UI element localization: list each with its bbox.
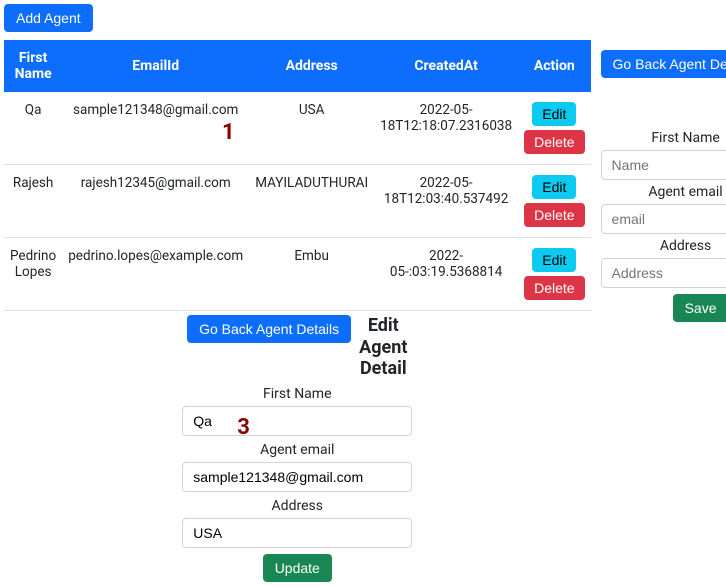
add-address-input[interactable] [601,258,726,288]
add-agent-button[interactable]: Add Agent [4,4,93,32]
cell-address: Embu [249,238,374,311]
add-first-name-input[interactable] [601,150,726,180]
cell-email: pedrino.lopes@example.com [62,238,249,311]
cell-address: MAYILADUTHURAI [249,165,374,238]
agents-table: First Name EmailId Address CreatedAt Act… [4,40,591,311]
table-row: Qasample121348@gmail.comUSA2022-05-18T12… [4,92,591,165]
save-button[interactable]: Save [673,294,726,322]
edit-first-name-input[interactable] [182,406,412,436]
delete-button[interactable]: Delete [524,203,584,227]
cell-email: rajesh12345@gmail.com [62,165,249,238]
add-agent-panel: 2 Go Back Agent Details Add Age First Na… [601,32,726,322]
edit-agent-panel: 3 Go Back Agent Details Edit Agent Detai… [4,315,591,582]
edit-button[interactable]: Edit [532,175,576,199]
go-back-button-edit[interactable]: Go Back Agent Details [187,315,351,343]
col-address: Address [249,40,374,92]
add-label-address: Address [601,238,726,254]
cell-email: sample121348@gmail.com [62,92,249,165]
edit-button[interactable]: Edit [532,102,576,126]
label-agent-email: Agent email [182,442,412,458]
edit-button[interactable]: Edit [532,248,576,272]
add-panel-title: Add Age [601,82,726,124]
col-action: Action [518,40,590,92]
edit-address-input[interactable] [182,518,412,548]
table-row: Pedrino Lopespedrino.lopes@example.comEm… [4,238,591,311]
cell-created: 2022-05-:03:19.5368814 [374,238,518,311]
col-created: CreatedAt [374,40,518,92]
cell-created: 2022-05-18T12:18:07.2316038 [374,92,518,165]
delete-button[interactable]: Delete [524,276,584,300]
add-label-email: Agent email [601,184,726,200]
cell-address: USA [249,92,374,165]
add-email-input[interactable] [601,204,726,234]
col-first-name: First Name [4,40,62,92]
col-email: EmailId [62,40,249,92]
cell-first-name: Qa [4,92,62,165]
cell-first-name: Pedrino Lopes [4,238,62,311]
cell-first-name: Rajesh [4,165,62,238]
label-address: Address [182,498,412,514]
edit-panel-title: Edit Agent Detail [359,315,407,380]
delete-button[interactable]: Delete [524,130,584,154]
add-label-first-name: First Name [601,130,726,146]
edit-email-input[interactable] [182,462,412,492]
cell-created: 2022-05-18T12:03:40.537492 [374,165,518,238]
table-row: Rajeshrajesh12345@gmail.comMAYILADUTHURA… [4,165,591,238]
go-back-button-add[interactable]: Go Back Agent Details [601,50,726,78]
label-first-name: First Name [182,386,412,402]
update-button[interactable]: Update [263,554,332,582]
